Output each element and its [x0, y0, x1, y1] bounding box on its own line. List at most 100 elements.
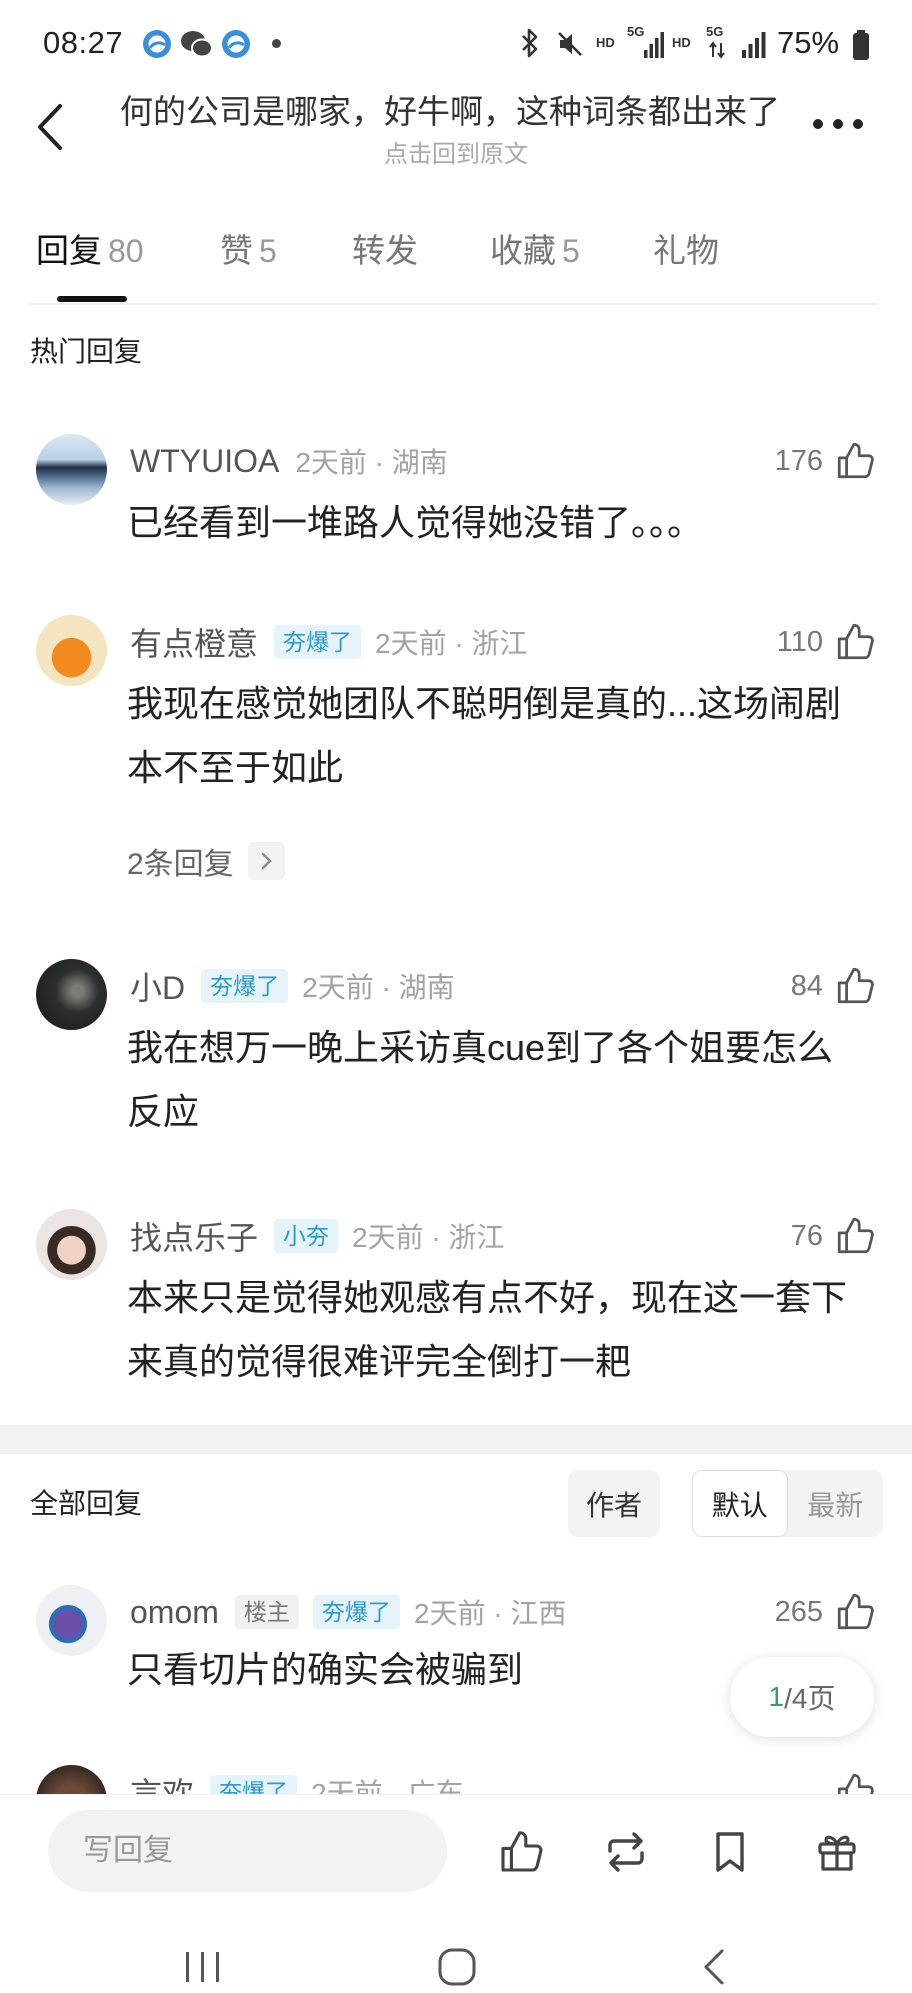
- tab-gifts[interactable]: 礼物: [653, 231, 719, 271]
- comment-text-line: 来真的觉得很难评完全倒打一耙: [127, 1341, 632, 1382]
- all-replies-title: 全部回复: [30, 1488, 143, 1519]
- thumbs-up-icon: [834, 440, 876, 482]
- like-count: 110: [776, 625, 823, 658]
- comment-text-line: 本来只是觉得她观感有点不好，现在这一套下: [127, 1277, 848, 1318]
- like-button[interactable]: 84: [791, 964, 876, 1008]
- home-icon: [437, 1947, 477, 1987]
- commenter-name[interactable]: 有点橙意: [130, 619, 258, 665]
- like-button[interactable]: 176: [775, 439, 876, 483]
- battery-icon: [851, 29, 871, 61]
- comment-meta: 2天前 · 浙江: [352, 1222, 505, 1253]
- tab-label: 礼物: [653, 232, 719, 269]
- repost-button[interactable]: [602, 1828, 650, 1876]
- hot-replies-title: 热门回复: [30, 336, 143, 367]
- comment-header: 小D 夯爆了 2天前 · 湖南: [130, 966, 455, 1006]
- like-count: 265: [774, 1595, 823, 1628]
- thumbs-up-icon: [834, 1215, 876, 1257]
- like-count: 76: [790, 1219, 823, 1252]
- more-button[interactable]: [810, 114, 866, 134]
- tab-replies[interactable]: 回复 80: [36, 231, 144, 271]
- comments-screen: 08:27 HD 5G HD 5G 75% 何的公司是哪家，好牛啊，这种词条都出…: [0, 0, 912, 1993]
- hd-label: HD: [596, 35, 615, 50]
- comment-item: 小D 夯爆了 2天前 · 湖南 84 我在想万一晚上采访真cue到了各个姐要怎么…: [0, 959, 912, 1132]
- gift-button[interactable]: [813, 1828, 861, 1876]
- thumbs-up-icon: [834, 621, 876, 663]
- back-arrow-icon: [30, 100, 70, 154]
- like-button[interactable]: 110: [777, 620, 876, 664]
- comment-text-line: 反应: [127, 1091, 200, 1132]
- network-type-label: 5G: [627, 24, 645, 39]
- sort-newest-button[interactable]: 最新: [788, 1470, 884, 1537]
- comment-item: 有点橙意 夯爆了 2天前 · 浙江 110 我现在感觉她团队不聪明倒是真的...…: [0, 615, 912, 881]
- back-button[interactable]: [30, 100, 70, 154]
- comment-text-line: 我现在感觉她团队不聪明倒是真的...这场闹剧: [127, 683, 842, 724]
- tab-count: 5: [562, 233, 580, 269]
- avatar[interactable]: [36, 959, 107, 1030]
- back-to-original-link[interactable]: 点击回到原文: [356, 141, 556, 169]
- author-badge: 楼主: [234, 1595, 299, 1629]
- battery-percent: 75%: [777, 25, 840, 60]
- avatar[interactable]: [36, 434, 107, 505]
- bookmark-button[interactable]: [706, 1828, 754, 1876]
- mute-icon: [555, 29, 585, 59]
- status-time: 08:27: [43, 25, 124, 60]
- hd-label: HD: [672, 35, 691, 50]
- like-button[interactable]: 76: [791, 1214, 876, 1258]
- comment-header: omom 楼主 夯爆了 2天前 · 江西: [130, 1592, 566, 1632]
- comment-text[interactable]: 本来只是觉得她观感有点不好，现在这一套下 来真的觉得很难评完全倒打一耙: [127, 1266, 847, 1394]
- system-back-button[interactable]: [700, 1947, 728, 1987]
- tab-label: 回复: [36, 232, 102, 269]
- avatar[interactable]: [36, 615, 107, 686]
- view-replies-button[interactable]: 2条回复: [127, 841, 285, 881]
- current-page: 1: [768, 1681, 785, 1712]
- commenter-name[interactable]: 小D: [130, 963, 185, 1009]
- back-icon: [700, 1947, 728, 1987]
- comment-text[interactable]: 我在想万一晚上采访真cue到了各个姐要怎么 反应: [127, 1016, 833, 1144]
- comment-header: WTYUIOA 2天前 · 湖南: [130, 441, 448, 481]
- reply-input[interactable]: [48, 1810, 447, 1892]
- post-title[interactable]: 何的公司是哪家，好牛啊，这种词条都出来了: [120, 93, 780, 131]
- comment-text[interactable]: 已经看到一堆路人觉得她没错了。。。: [127, 491, 703, 555]
- commenter-name[interactable]: omom: [130, 1594, 219, 1631]
- tab-favorites[interactable]: 收藏 5: [490, 231, 580, 271]
- comment-text[interactable]: 只看切片的确实会被骗到: [127, 1638, 523, 1702]
- comment-meta: 2天前 · 湖南: [295, 447, 448, 478]
- like-post-button[interactable]: [497, 1828, 545, 1876]
- comment-text-line: 我在想万一晚上采访真cue到了各个姐要怎么: [127, 1027, 834, 1068]
- tab-reposts[interactable]: 转发: [352, 231, 418, 271]
- signal-icon: [742, 30, 766, 58]
- sort-default-button[interactable]: 默认: [692, 1470, 788, 1537]
- sort-author-button[interactable]: 作者: [568, 1470, 660, 1537]
- comment-item: 找点乐子 小夯 2天前 · 浙江 76 本来只是觉得她观感有点不好，现在这一套下…: [0, 1209, 912, 1382]
- avatar[interactable]: [36, 1585, 107, 1656]
- home-button[interactable]: [437, 1947, 477, 1987]
- commenter-name[interactable]: 找点乐子: [130, 1213, 258, 1259]
- like-button[interactable]: 265: [775, 1590, 876, 1634]
- comment-meta: 2天前 · 湖南: [302, 972, 455, 1003]
- chevron-right-icon: [247, 842, 285, 880]
- data-arrows-icon: [708, 41, 726, 59]
- like-count: 176: [774, 444, 823, 477]
- avatar[interactable]: [36, 1209, 107, 1280]
- recent-apps-icon: [184, 1950, 222, 1984]
- bluetooth-icon: [518, 27, 542, 59]
- page-indicator[interactable]: 1 /4页: [730, 1657, 874, 1737]
- tab-count: 5: [259, 233, 277, 269]
- thumbs-up-icon: [497, 1828, 545, 1876]
- comment-item: WTYUIOA 2天前 · 湖南 176 已经看到一堆路人觉得她没错了。。。: [0, 434, 912, 543]
- sort-label: 最新: [807, 1489, 864, 1521]
- wechat-icon: [180, 29, 214, 59]
- status-bar: 08:27 HD 5G HD 5G 75%: [0, 0, 912, 70]
- sort-label: 作者: [585, 1489, 642, 1521]
- repost-icon: [602, 1828, 650, 1876]
- more-icon: [810, 114, 866, 134]
- user-badge: 小夯: [274, 1219, 339, 1253]
- like-count: 84: [790, 969, 823, 1002]
- recent-apps-button[interactable]: [184, 1950, 222, 1984]
- comment-text[interactable]: 我现在感觉她团队不聪明倒是真的...这场闹剧 本不至于如此: [127, 672, 841, 800]
- user-badge: 夯爆了: [312, 1595, 400, 1629]
- commenter-name[interactable]: WTYUIOA: [130, 443, 279, 480]
- sort-label: 默认: [711, 1489, 768, 1521]
- comment-item: 言欢 夯爆了 2天前 · 广东: [0, 1765, 912, 1836]
- tab-likes[interactable]: 赞 5: [220, 231, 277, 271]
